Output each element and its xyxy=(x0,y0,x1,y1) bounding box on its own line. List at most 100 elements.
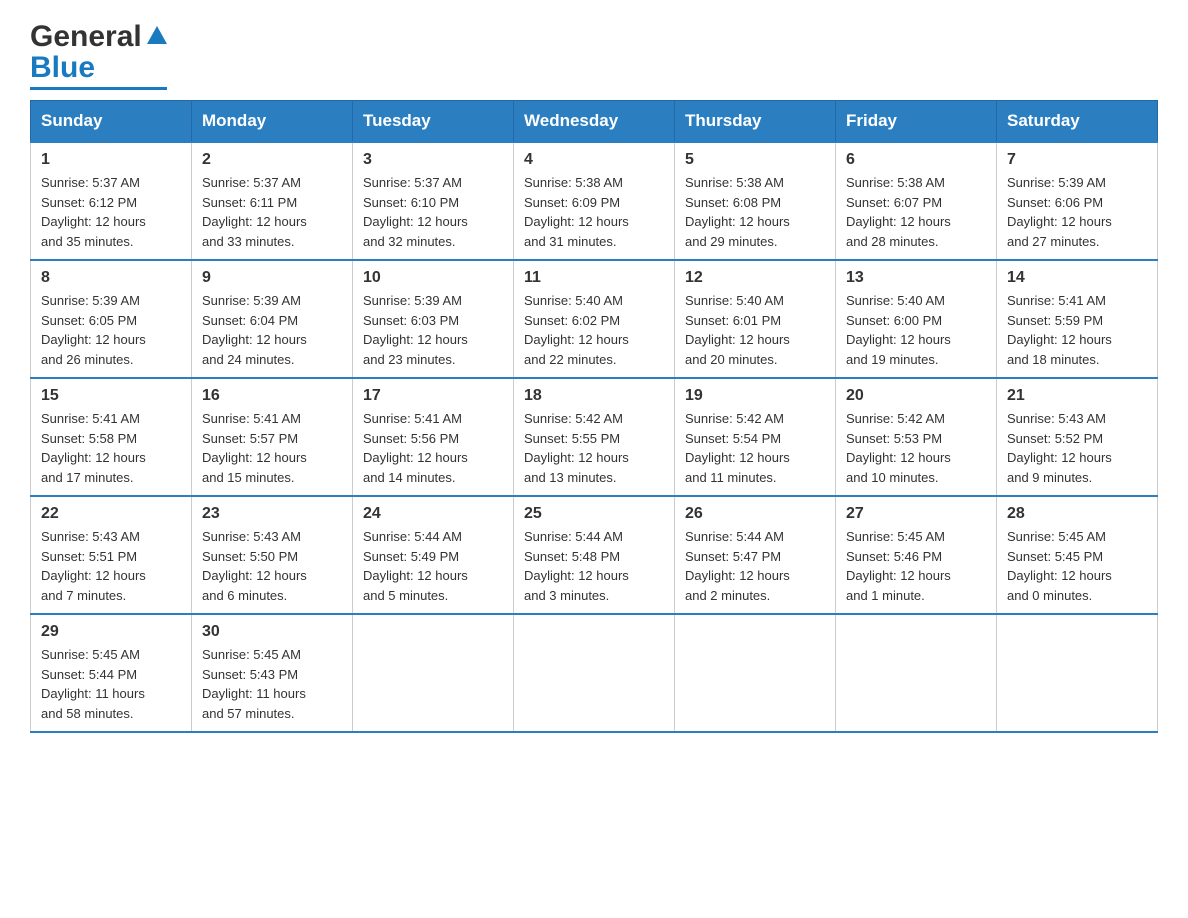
calendar-cell: 17 Sunrise: 5:41 AMSunset: 5:56 PMDaylig… xyxy=(353,378,514,496)
calendar-cell: 15 Sunrise: 5:41 AMSunset: 5:58 PMDaylig… xyxy=(31,378,192,496)
calendar-cell: 18 Sunrise: 5:42 AMSunset: 5:55 PMDaylig… xyxy=(514,378,675,496)
calendar-cell: 9 Sunrise: 5:39 AMSunset: 6:04 PMDayligh… xyxy=(192,260,353,378)
calendar-cell: 16 Sunrise: 5:41 AMSunset: 5:57 PMDaylig… xyxy=(192,378,353,496)
day-number: 16 xyxy=(202,387,342,405)
calendar-cell: 24 Sunrise: 5:44 AMSunset: 5:49 PMDaylig… xyxy=(353,496,514,614)
calendar-cell: 26 Sunrise: 5:44 AMSunset: 5:47 PMDaylig… xyxy=(675,496,836,614)
calendar-header-monday: Monday xyxy=(192,101,353,143)
calendar-cell: 5 Sunrise: 5:38 AMSunset: 6:08 PMDayligh… xyxy=(675,142,836,260)
day-info: Sunrise: 5:39 AMSunset: 6:05 PMDaylight:… xyxy=(41,291,181,369)
logo-general-text: General xyxy=(30,20,142,53)
day-number: 27 xyxy=(846,505,986,523)
calendar-cell: 6 Sunrise: 5:38 AMSunset: 6:07 PMDayligh… xyxy=(836,142,997,260)
calendar-cell: 14 Sunrise: 5:41 AMSunset: 5:59 PMDaylig… xyxy=(997,260,1158,378)
page-header: General Blue xyxy=(30,20,1158,90)
day-info: Sunrise: 5:45 AMSunset: 5:45 PMDaylight:… xyxy=(1007,527,1147,605)
day-info: Sunrise: 5:40 AMSunset: 6:02 PMDaylight:… xyxy=(524,291,664,369)
calendar-cell: 30 Sunrise: 5:45 AMSunset: 5:43 PMDaylig… xyxy=(192,614,353,732)
day-number: 5 xyxy=(685,151,825,169)
calendar-cell: 29 Sunrise: 5:45 AMSunset: 5:44 PMDaylig… xyxy=(31,614,192,732)
day-number: 12 xyxy=(685,269,825,287)
calendar-header-row: SundayMondayTuesdayWednesdayThursdayFrid… xyxy=(31,101,1158,143)
day-info: Sunrise: 5:38 AMSunset: 6:09 PMDaylight:… xyxy=(524,173,664,251)
calendar-cell: 28 Sunrise: 5:45 AMSunset: 5:45 PMDaylig… xyxy=(997,496,1158,614)
day-number: 6 xyxy=(846,151,986,169)
calendar-header-sunday: Sunday xyxy=(31,101,192,143)
calendar-header-wednesday: Wednesday xyxy=(514,101,675,143)
day-number: 17 xyxy=(363,387,503,405)
day-number: 21 xyxy=(1007,387,1147,405)
day-info: Sunrise: 5:45 AMSunset: 5:43 PMDaylight:… xyxy=(202,645,342,723)
day-number: 20 xyxy=(846,387,986,405)
day-info: Sunrise: 5:41 AMSunset: 5:58 PMDaylight:… xyxy=(41,409,181,487)
day-number: 26 xyxy=(685,505,825,523)
day-info: Sunrise: 5:42 AMSunset: 5:55 PMDaylight:… xyxy=(524,409,664,487)
calendar-cell xyxy=(353,614,514,732)
calendar-header-tuesday: Tuesday xyxy=(353,101,514,143)
day-info: Sunrise: 5:44 AMSunset: 5:48 PMDaylight:… xyxy=(524,527,664,605)
day-number: 25 xyxy=(524,505,664,523)
day-number: 18 xyxy=(524,387,664,405)
calendar-cell xyxy=(514,614,675,732)
calendar-header-friday: Friday xyxy=(836,101,997,143)
logo-blue-text: Blue xyxy=(30,51,95,85)
day-info: Sunrise: 5:37 AMSunset: 6:10 PMDaylight:… xyxy=(363,173,503,251)
calendar-cell xyxy=(836,614,997,732)
calendar-cell: 4 Sunrise: 5:38 AMSunset: 6:09 PMDayligh… xyxy=(514,142,675,260)
day-info: Sunrise: 5:44 AMSunset: 5:49 PMDaylight:… xyxy=(363,527,503,605)
day-number: 28 xyxy=(1007,505,1147,523)
calendar-header-thursday: Thursday xyxy=(675,101,836,143)
calendar-cell: 10 Sunrise: 5:39 AMSunset: 6:03 PMDaylig… xyxy=(353,260,514,378)
day-info: Sunrise: 5:42 AMSunset: 5:53 PMDaylight:… xyxy=(846,409,986,487)
calendar-table: SundayMondayTuesdayWednesdayThursdayFrid… xyxy=(30,100,1158,733)
day-number: 30 xyxy=(202,623,342,641)
calendar-cell: 3 Sunrise: 5:37 AMSunset: 6:10 PMDayligh… xyxy=(353,142,514,260)
calendar-cell: 11 Sunrise: 5:40 AMSunset: 6:02 PMDaylig… xyxy=(514,260,675,378)
day-info: Sunrise: 5:39 AMSunset: 6:03 PMDaylight:… xyxy=(363,291,503,369)
day-number: 10 xyxy=(363,269,503,287)
day-number: 3 xyxy=(363,151,503,169)
day-number: 2 xyxy=(202,151,342,169)
calendar-cell: 27 Sunrise: 5:45 AMSunset: 5:46 PMDaylig… xyxy=(836,496,997,614)
day-number: 24 xyxy=(363,505,503,523)
logo-underline xyxy=(30,87,167,90)
day-info: Sunrise: 5:39 AMSunset: 6:06 PMDaylight:… xyxy=(1007,173,1147,251)
day-number: 23 xyxy=(202,505,342,523)
day-number: 4 xyxy=(524,151,664,169)
day-info: Sunrise: 5:43 AMSunset: 5:51 PMDaylight:… xyxy=(41,527,181,605)
calendar-week-row: 8 Sunrise: 5:39 AMSunset: 6:05 PMDayligh… xyxy=(31,260,1158,378)
calendar-week-row: 22 Sunrise: 5:43 AMSunset: 5:51 PMDaylig… xyxy=(31,496,1158,614)
day-number: 15 xyxy=(41,387,181,405)
calendar-week-row: 1 Sunrise: 5:37 AMSunset: 6:12 PMDayligh… xyxy=(31,142,1158,260)
logo-arrow-icon xyxy=(147,26,167,44)
day-number: 7 xyxy=(1007,151,1147,169)
day-info: Sunrise: 5:42 AMSunset: 5:54 PMDaylight:… xyxy=(685,409,825,487)
calendar-cell: 25 Sunrise: 5:44 AMSunset: 5:48 PMDaylig… xyxy=(514,496,675,614)
day-number: 11 xyxy=(524,269,664,287)
calendar-cell: 19 Sunrise: 5:42 AMSunset: 5:54 PMDaylig… xyxy=(675,378,836,496)
day-number: 19 xyxy=(685,387,825,405)
day-info: Sunrise: 5:38 AMSunset: 6:08 PMDaylight:… xyxy=(685,173,825,251)
calendar-week-row: 15 Sunrise: 5:41 AMSunset: 5:58 PMDaylig… xyxy=(31,378,1158,496)
day-number: 8 xyxy=(41,269,181,287)
calendar-cell: 7 Sunrise: 5:39 AMSunset: 6:06 PMDayligh… xyxy=(997,142,1158,260)
calendar-cell: 20 Sunrise: 5:42 AMSunset: 5:53 PMDaylig… xyxy=(836,378,997,496)
calendar-cell xyxy=(675,614,836,732)
day-info: Sunrise: 5:37 AMSunset: 6:11 PMDaylight:… xyxy=(202,173,342,251)
day-info: Sunrise: 5:41 AMSunset: 5:57 PMDaylight:… xyxy=(202,409,342,487)
day-info: Sunrise: 5:41 AMSunset: 5:56 PMDaylight:… xyxy=(363,409,503,487)
day-info: Sunrise: 5:41 AMSunset: 5:59 PMDaylight:… xyxy=(1007,291,1147,369)
calendar-cell: 23 Sunrise: 5:43 AMSunset: 5:50 PMDaylig… xyxy=(192,496,353,614)
day-info: Sunrise: 5:40 AMSunset: 6:00 PMDaylight:… xyxy=(846,291,986,369)
day-info: Sunrise: 5:43 AMSunset: 5:50 PMDaylight:… xyxy=(202,527,342,605)
day-info: Sunrise: 5:39 AMSunset: 6:04 PMDaylight:… xyxy=(202,291,342,369)
day-info: Sunrise: 5:44 AMSunset: 5:47 PMDaylight:… xyxy=(685,527,825,605)
calendar-cell xyxy=(997,614,1158,732)
day-info: Sunrise: 5:37 AMSunset: 6:12 PMDaylight:… xyxy=(41,173,181,251)
calendar-cell: 21 Sunrise: 5:43 AMSunset: 5:52 PMDaylig… xyxy=(997,378,1158,496)
calendar-header-saturday: Saturday xyxy=(997,101,1158,143)
day-info: Sunrise: 5:45 AMSunset: 5:44 PMDaylight:… xyxy=(41,645,181,723)
day-info: Sunrise: 5:40 AMSunset: 6:01 PMDaylight:… xyxy=(685,291,825,369)
calendar-cell: 22 Sunrise: 5:43 AMSunset: 5:51 PMDaylig… xyxy=(31,496,192,614)
day-number: 13 xyxy=(846,269,986,287)
